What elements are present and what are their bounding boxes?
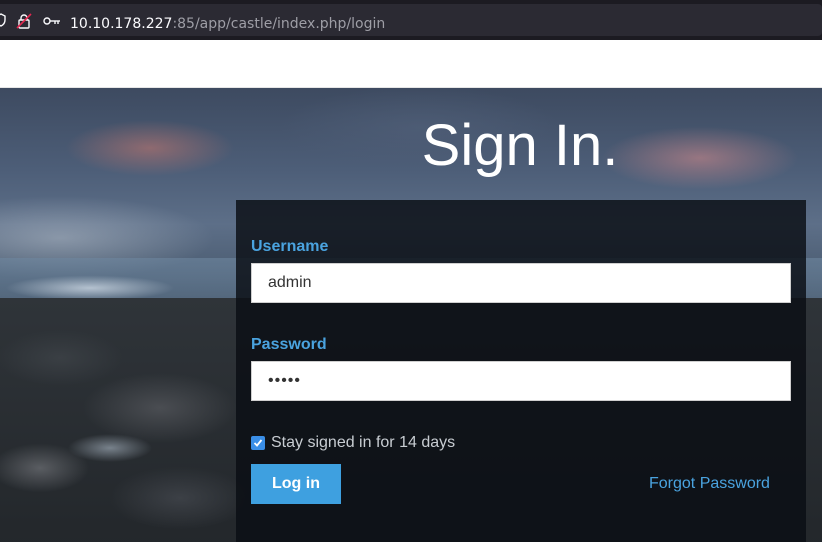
browser-toolbar: 10.10.178.227:85/app/castle/index.php/lo…	[0, 0, 822, 40]
insecure-lock-icon[interactable]	[16, 13, 32, 34]
password-field[interactable]: •••••	[251, 361, 791, 401]
username-label: Username	[251, 238, 329, 255]
checkmark-icon	[253, 439, 263, 447]
key-icon[interactable]	[43, 14, 61, 32]
url-text[interactable]: 10.10.178.227:85/app/castle/index.php/lo…	[70, 16, 385, 32]
address-bar[interactable]: 10.10.178.227:85/app/castle/index.php/lo…	[0, 4, 822, 36]
url-host: 10.10.178.227	[70, 16, 173, 32]
forgot-password-link[interactable]: Forgot Password	[649, 475, 770, 493]
url-path: :85/app/castle/index.php/login	[172, 16, 386, 32]
login-button[interactable]: Log in	[251, 464, 341, 504]
remember-checkbox[interactable]	[251, 436, 265, 450]
shield-icon[interactable]	[0, 13, 6, 32]
page-header	[0, 40, 822, 88]
page-title: Sign In.	[421, 113, 619, 178]
username-field[interactable]	[251, 263, 791, 303]
password-label: Password	[251, 336, 327, 353]
login-form: Username Password ••••• Stay signed in f…	[236, 200, 806, 542]
remember-me[interactable]: Stay signed in for 14 days	[251, 434, 455, 452]
remember-label: Stay signed in for 14 days	[271, 434, 456, 451]
